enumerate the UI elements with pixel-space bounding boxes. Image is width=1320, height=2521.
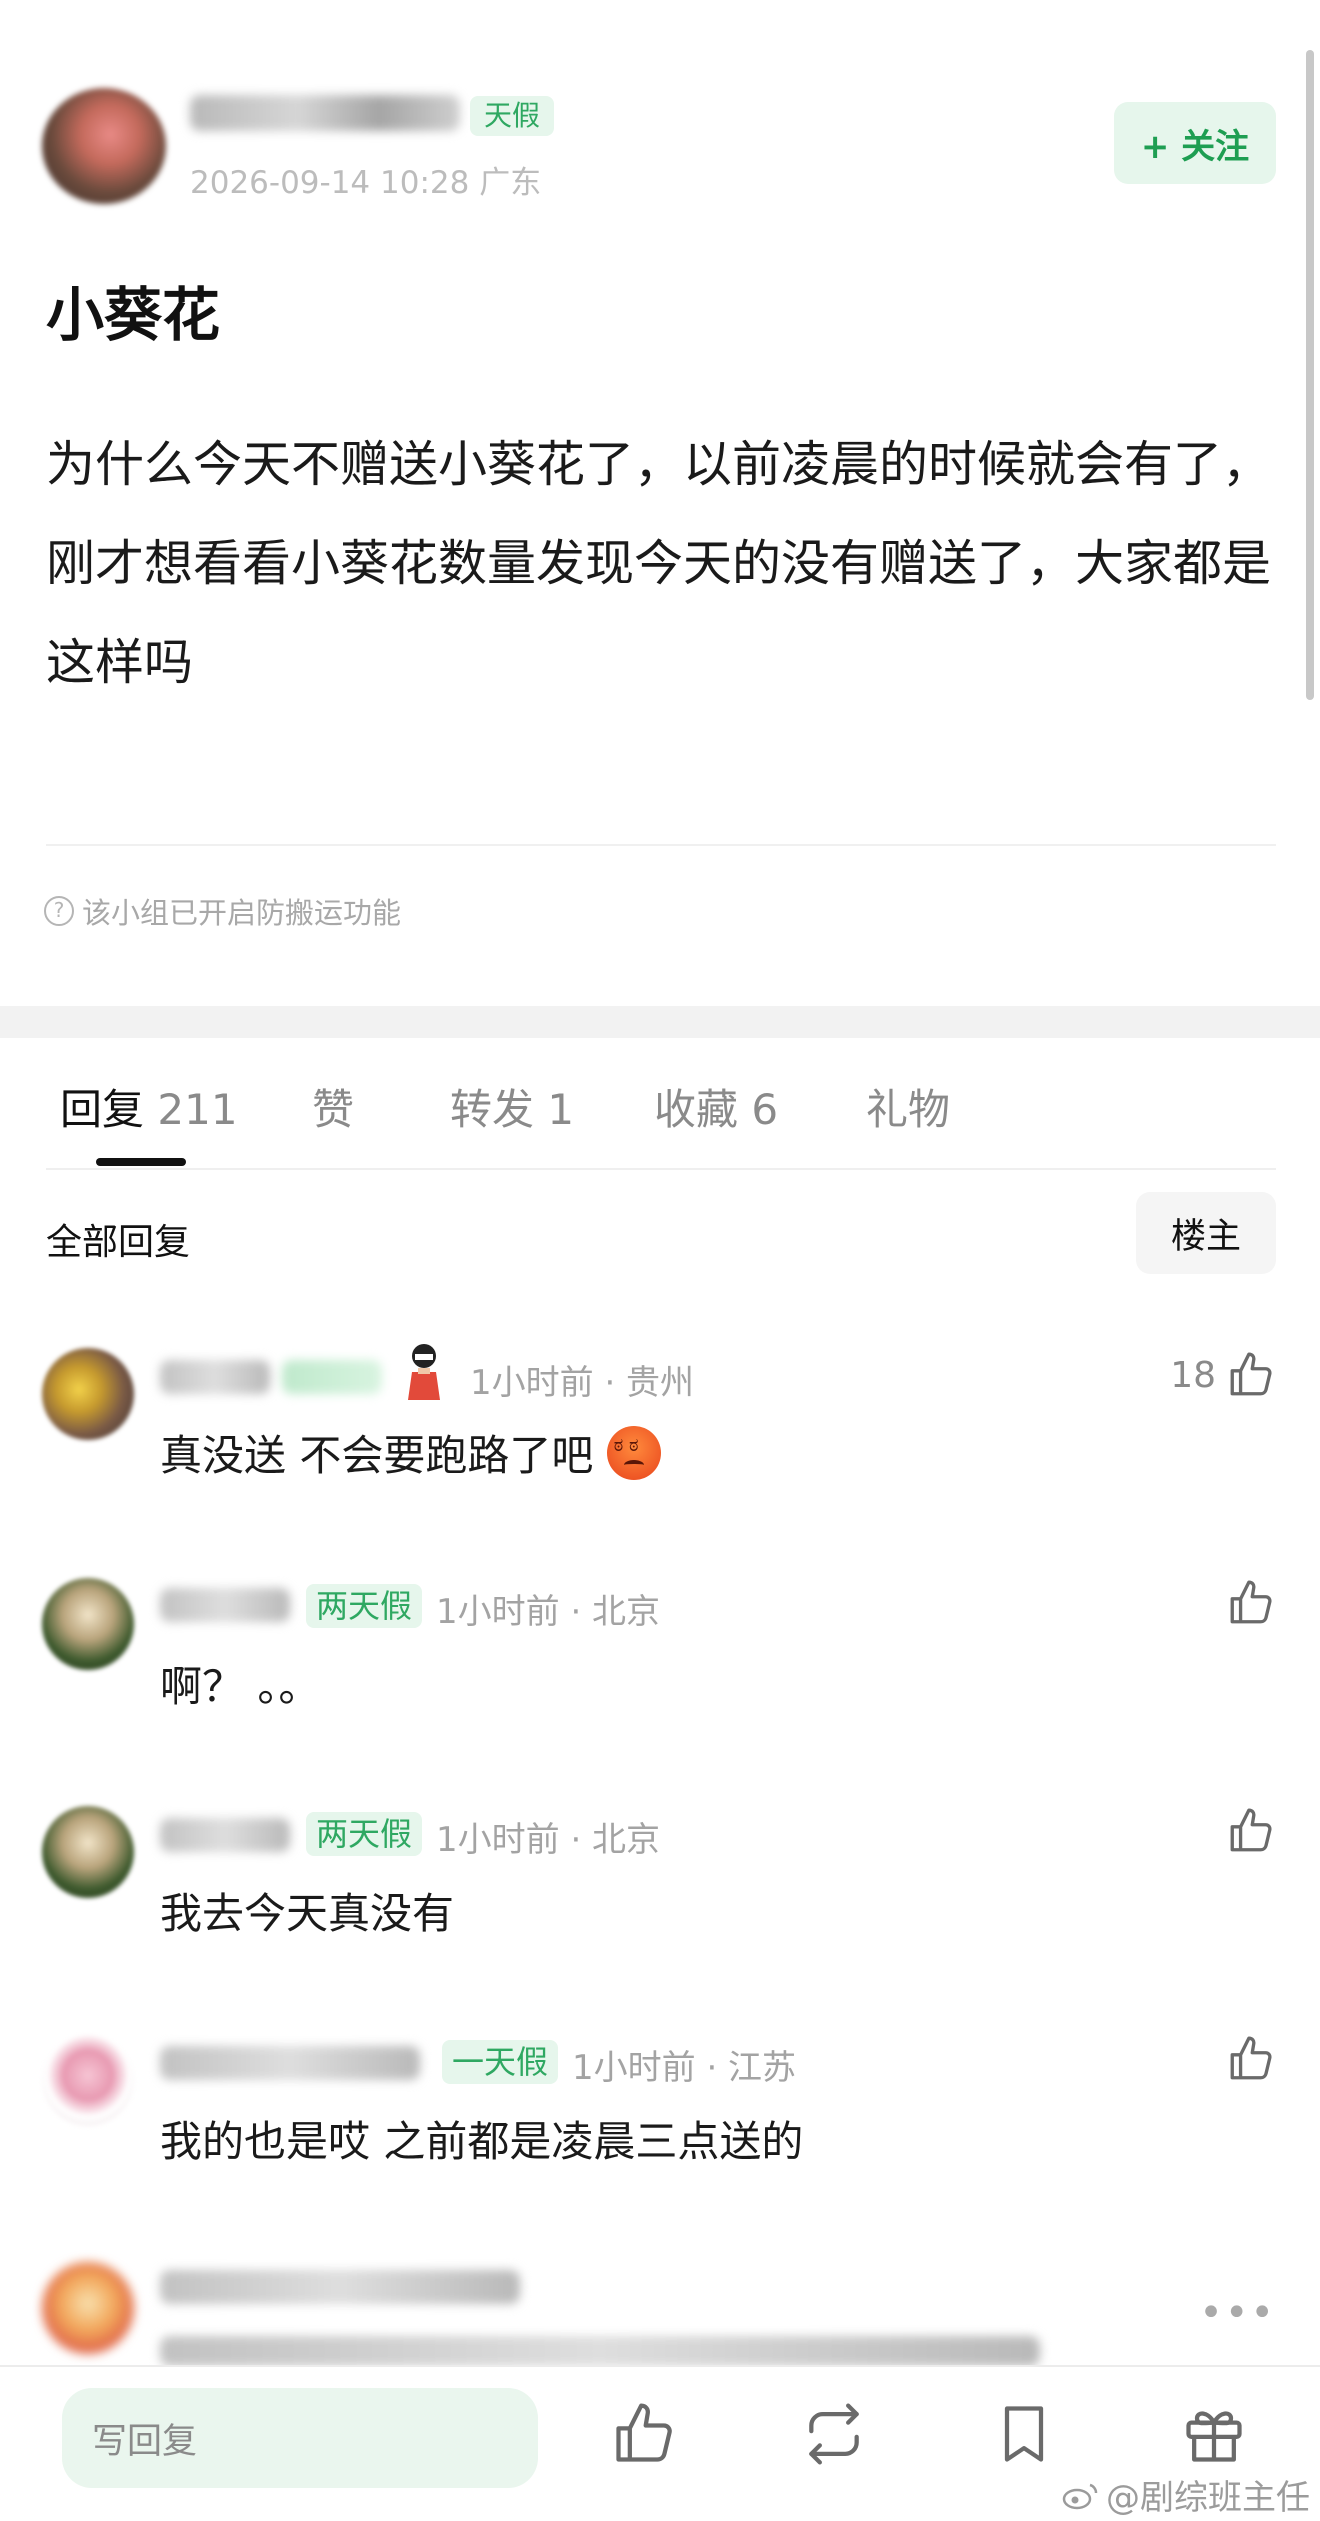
all-replies-title: 全部回复 [46,1222,191,1263]
comment-text: 我去今天真没有 [160,1889,455,1938]
comment-meta: 1小时前 · 北京 [436,1592,661,1632]
tab-replies[interactable]: 回复 211 [60,1076,238,1137]
comment-author-blurred[interactable] [160,2270,520,2304]
comment-badge: 一天假 [442,2040,559,2084]
author-name-blurred[interactable] [190,95,460,131]
repost-icon[interactable] [800,2400,868,2468]
like-count: 18 [1170,1354,1216,1396]
comment-badge-blurred [282,1360,382,1394]
comment-like-button[interactable] [1226,1578,1276,1628]
comment-author-blurred[interactable] [160,1588,290,1622]
angry-emoji-icon [606,1426,661,1480]
tab-favorites-label: 收藏 [654,1085,739,1134]
thumbs-up-icon [1230,1352,1272,1396]
section-separator [0,1006,1320,1038]
more-options-icon[interactable]: ••• [1199,2290,1276,2336]
comment-avatar[interactable] [42,1578,134,1670]
comment-text: 真没送 不会要跑路了吧 [160,1422,661,1483]
comment-meta: 1小时前 · 江苏 [572,2048,797,2088]
tab-replies-count: 211 [157,1085,238,1134]
comment-text-blurred [160,2336,1040,2366]
tab-likes[interactable]: 赞 [312,1076,354,1137]
active-tab-indicator [96,1158,186,1166]
comment-avatar[interactable] [42,2034,134,2126]
post-body: 为什么今天不赠送小葵花了，以前凌晨的时候就会有了，刚才想看看小葵花数量发现今天的… [46,436,1272,691]
comment-avatar[interactable] [42,2262,134,2354]
gift-icon[interactable] [1180,2400,1248,2468]
tab-gifts-label: 礼物 [866,1085,951,1134]
anti-repost-notice: ? 该小组已开启防搬运功能 [44,890,401,932]
weibo-logo-icon [1062,2483,1098,2509]
bookmark-icon[interactable] [990,2400,1058,2468]
comment-avatar[interactable] [42,1806,134,1898]
watermark: @剧综班主任 [1062,2470,1310,2519]
comment-text: 啊？ 。。 [160,1662,321,1711]
comment-author-blurred[interactable] [160,1818,290,1852]
tab-reposts-label: 转发 [450,1085,535,1134]
divider [46,844,1276,846]
question-icon: ? [44,896,74,926]
scrollbar[interactable] [1306,50,1314,700]
post-title: 小葵花 [46,281,221,349]
tab-gifts[interactable]: 礼物 [866,1076,950,1137]
reply-input[interactable]: 写回复 [62,2388,538,2488]
tab-reposts[interactable]: 转发 1 [450,1076,574,1137]
notice-text: 该小组已开启防搬运功能 [82,896,402,930]
thumbs-up-icon [1230,2036,1272,2080]
thumbs-up-icon [1230,1580,1272,1624]
comment-text-content: 真没送 不会要跑路了吧 [160,1431,594,1480]
thumbs-up-icon [1230,1808,1272,1852]
tabs-divider [46,1168,1276,1170]
author-badge: 天假 [470,96,555,136]
tab-favorites-count: 6 [751,1085,779,1134]
tab-replies-label: 回复 [60,1085,145,1134]
watermark-text: @剧综班主任 [1106,2478,1310,2518]
comment-like-button[interactable] [1226,2034,1276,2084]
follow-button[interactable]: + 关注 [1114,102,1276,184]
comment-author-blurred[interactable] [160,1360,270,1394]
tab-reposts-count: 1 [547,1085,575,1134]
comment-meta: 1小时前 · 北京 [436,1820,661,1860]
comment-meta: 1小时前 · 贵州 [470,1363,695,1403]
post-meta: 2026-09-14 10:28 广东 [190,165,542,201]
comment-avatar[interactable] [42,1348,134,1440]
owner-only-button[interactable]: 楼主 [1136,1192,1276,1274]
thumbs-up-icon[interactable] [610,2400,678,2468]
user-figure-icon [408,1344,440,1400]
tab-likes-label: 赞 [312,1085,355,1134]
comment-badge: 两天假 [306,1584,423,1628]
comment-like-button[interactable] [1226,1806,1276,1856]
comment-author-blurred[interactable] [160,2046,420,2080]
comment-badge: 两天假 [306,1812,423,1856]
comment-text: 我的也是哎 之前都是凌晨三点送的 [160,2117,804,2166]
author-avatar[interactable] [42,88,166,204]
tab-favorites[interactable]: 收藏 6 [654,1076,778,1137]
comment-like-button[interactable]: 18 [1170,1350,1276,1400]
